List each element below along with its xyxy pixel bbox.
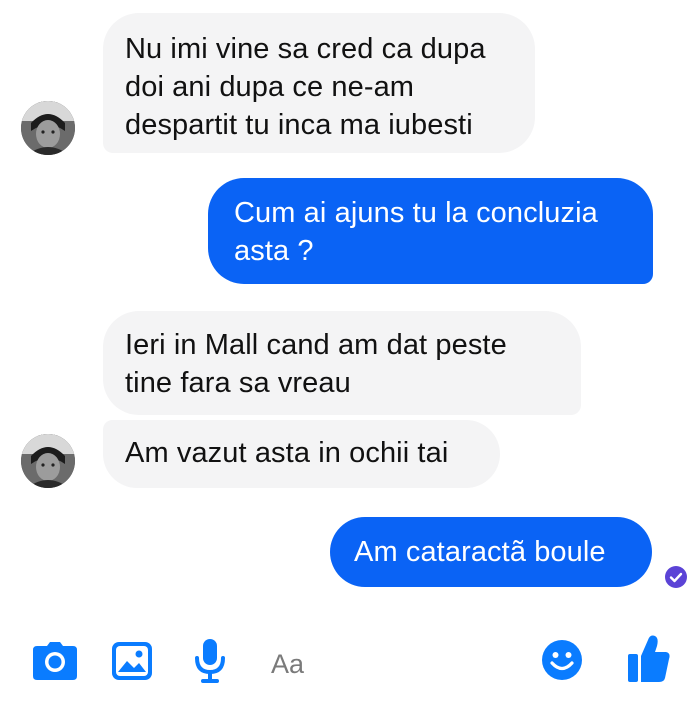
message-input[interactable] bbox=[255, 638, 547, 690]
message-incoming[interactable]: Am vazut asta in ochii tai bbox=[103, 420, 500, 488]
chat-screen: Nu imi vine sa cred ca dupa doi ani dupa… bbox=[0, 0, 700, 711]
avatar-photo bbox=[21, 101, 75, 155]
contact-avatar[interactable] bbox=[21, 434, 75, 488]
message-incoming[interactable]: Nu imi vine sa cred ca dupa doi ani dupa… bbox=[103, 13, 535, 153]
microphone-icon[interactable] bbox=[194, 639, 226, 683]
camera-icon[interactable] bbox=[33, 642, 77, 680]
message-outgoing[interactable]: Cum ai ajuns tu la concluzia asta ? bbox=[208, 178, 653, 284]
check-icon bbox=[665, 566, 687, 588]
contact-avatar[interactable] bbox=[21, 101, 75, 155]
image-icon[interactable] bbox=[112, 642, 152, 680]
composer-bar bbox=[0, 620, 700, 711]
emoji-icon[interactable] bbox=[542, 640, 582, 680]
thumbs-up-icon[interactable] bbox=[628, 634, 670, 682]
message-incoming[interactable]: Ieri in Mall cand am dat peste tine fara… bbox=[103, 311, 581, 415]
message-outgoing[interactable]: Am cataractã boule bbox=[330, 517, 652, 587]
avatar-photo bbox=[21, 434, 75, 488]
